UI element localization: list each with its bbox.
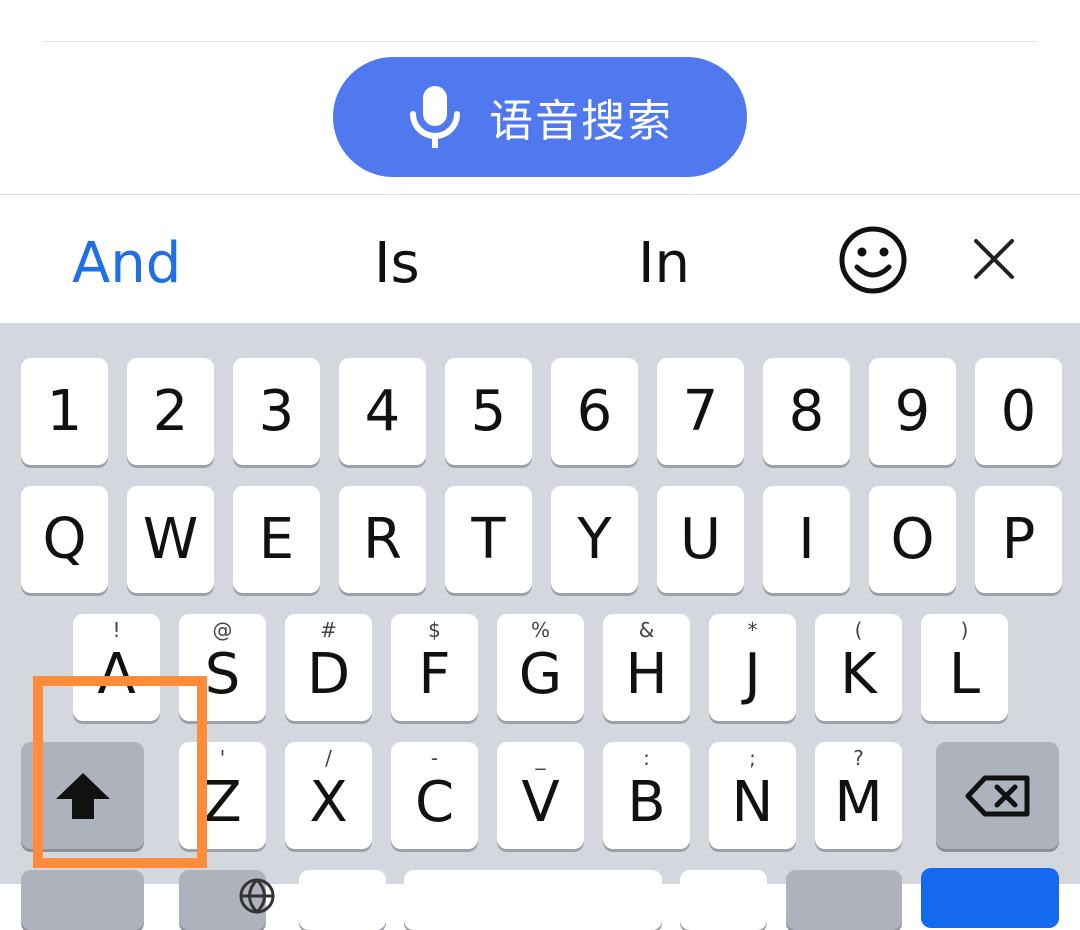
space-key[interactable] <box>404 870 662 930</box>
key-3[interactable]: 3 <box>233 358 320 465</box>
key-l[interactable]: ) L <box>921 614 1008 721</box>
suggestion-bar: And Is In <box>0 195 1080 323</box>
key-q[interactable]: Q <box>21 486 108 593</box>
key-0[interactable]: 0 <box>975 358 1062 465</box>
key-r[interactable]: R <box>339 486 426 593</box>
close-icon[interactable] <box>970 235 1018 283</box>
key-9[interactable]: 9 <box>869 358 956 465</box>
key-b[interactable]: :B <box>603 742 690 849</box>
key-4[interactable]: 4 <box>339 358 426 465</box>
key-2[interactable]: 2 <box>127 358 214 465</box>
divider <box>44 41 1036 42</box>
globe-key[interactable] <box>179 870 275 930</box>
search-action-key[interactable] <box>921 868 1059 928</box>
search-panel: 语音搜索 <box>0 0 1080 195</box>
key-5[interactable]: 5 <box>445 358 532 465</box>
smiley-icon[interactable] <box>838 225 908 295</box>
shift-key[interactable] <box>21 742 144 849</box>
clipped-text-row <box>120 0 600 8</box>
key-c[interactable]: -C <box>391 742 478 849</box>
key-n[interactable]: ; N <box>709 742 796 849</box>
key-k[interactable]: (K <box>815 614 902 721</box>
key-z[interactable]: ' Z <box>179 742 266 849</box>
voice-search-label: 语音搜索 <box>489 96 673 147</box>
microphone-icon <box>410 86 460 148</box>
key-p[interactable]: P <box>975 486 1062 593</box>
suggestion-item[interactable]: Is <box>374 231 420 296</box>
key-o[interactable]: O <box>869 486 956 593</box>
key-1[interactable]: 1 <box>21 358 108 465</box>
key-h[interactable]: & H <box>603 614 690 721</box>
key-v[interactable]: _ V <box>497 742 584 849</box>
key-j[interactable]: * J <box>709 614 796 721</box>
key-d[interactable]: # D <box>285 614 372 721</box>
key-i[interactable]: I <box>763 486 850 593</box>
key-g[interactable]: % G <box>497 614 584 721</box>
backspace-key[interactable] <box>936 742 1059 849</box>
key-x[interactable]: / X <box>285 742 372 849</box>
voice-search-button[interactable]: 语音搜索 <box>333 57 747 177</box>
key-period[interactable] <box>680 870 767 930</box>
key-7[interactable]: 7 <box>657 358 744 465</box>
shift-arrow-icon <box>55 772 110 819</box>
suggestion-item[interactable]: And <box>72 231 181 296</box>
suggestion-item[interactable]: In <box>638 231 690 296</box>
globe-icon <box>239 878 275 915</box>
key-s[interactable]: @ S <box>179 614 266 721</box>
backspace-icon <box>965 775 1029 816</box>
key-f[interactable]: $ F <box>391 614 478 721</box>
key-e[interactable]: E <box>233 486 320 593</box>
key-a[interactable]: ! A <box>73 614 160 721</box>
key-comma[interactable] <box>299 870 386 930</box>
key-8[interactable]: 8 <box>763 358 850 465</box>
key-w[interactable]: W <box>127 486 214 593</box>
key-y[interactable]: Y <box>551 486 638 593</box>
symbols-key[interactable] <box>21 870 144 930</box>
mode-key[interactable] <box>786 870 902 930</box>
key-t[interactable]: T <box>445 486 532 593</box>
key-m[interactable]: ? M <box>815 742 902 849</box>
key-u[interactable]: U <box>657 486 744 593</box>
key-6[interactable]: 6 <box>551 358 638 465</box>
